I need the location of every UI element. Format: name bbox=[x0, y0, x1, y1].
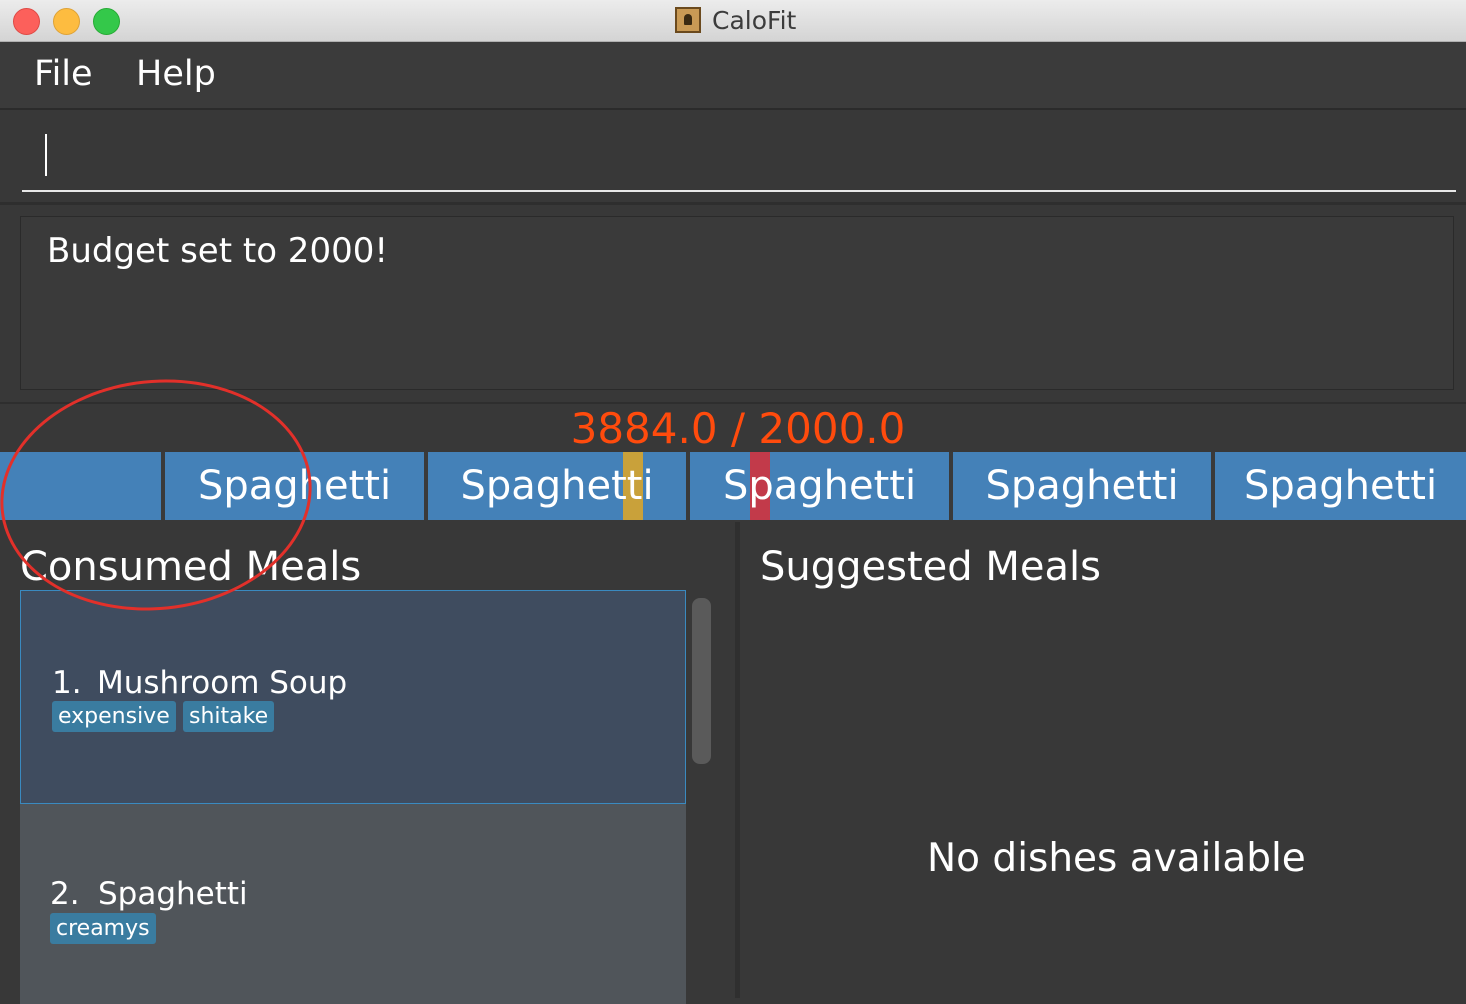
consumed-meals-panel: Consumed Meals 1. Mushroom Soup expensiv… bbox=[0, 522, 735, 1004]
meal-card[interactable]: 2. Spaghetti creamys bbox=[20, 804, 686, 1004]
window-titlebar: CaloFit bbox=[0, 0, 1466, 42]
history-tile-3[interactable]: Spaghetti bbox=[690, 452, 949, 520]
history-tile-0[interactable] bbox=[0, 452, 161, 520]
empty-state-message: No dishes available bbox=[927, 836, 1306, 881]
window-title: CaloFit bbox=[712, 6, 797, 35]
meal-name: Spaghetti bbox=[98, 876, 248, 912]
history-tile-5[interactable]: Spaghetti bbox=[1215, 452, 1466, 520]
menu-file[interactable]: File bbox=[34, 54, 93, 94]
suggested-meals-title: Suggested Meals bbox=[760, 544, 1101, 590]
meal-tag: shitake bbox=[183, 701, 275, 732]
meal-tag: creamys bbox=[50, 913, 156, 944]
minimize-window-button[interactable] bbox=[53, 8, 80, 35]
result-message: Budget set to 2000! bbox=[47, 231, 388, 271]
divider bbox=[0, 202, 1466, 205]
result-display: Budget set to 2000! bbox=[20, 216, 1454, 390]
app-icon bbox=[675, 7, 701, 33]
meal-index: 2. bbox=[50, 876, 80, 912]
menu-bar: File Help bbox=[0, 42, 1466, 110]
calorie-progress-text: 3884.0 / 2000.0 bbox=[570, 404, 906, 453]
meal-index: 1. bbox=[52, 665, 82, 701]
consumed-meals-title: Consumed Meals bbox=[20, 544, 362, 590]
meal-history-bar: Spaghetti Spaghetti Spaghetti Spaghetti … bbox=[0, 452, 1466, 520]
meal-name: Mushroom Soup bbox=[97, 665, 348, 701]
close-window-button[interactable] bbox=[13, 8, 40, 35]
history-tile-1[interactable]: Spaghetti bbox=[165, 452, 424, 520]
text-caret bbox=[45, 134, 47, 176]
meal-tag: expensive bbox=[52, 701, 176, 732]
history-tile-4[interactable]: Spaghetti bbox=[953, 452, 1211, 520]
suggested-meals-panel: Suggested Meals No dishes available bbox=[740, 522, 1466, 998]
list-scrollbar[interactable] bbox=[692, 598, 711, 764]
menu-help[interactable]: Help bbox=[136, 54, 216, 94]
meal-card[interactable]: 1. Mushroom Soup expensive shitake bbox=[20, 590, 686, 804]
history-tile-2[interactable]: Spaghetti bbox=[428, 452, 686, 520]
command-input[interactable] bbox=[22, 120, 1456, 192]
maximize-window-button[interactable] bbox=[93, 8, 120, 35]
